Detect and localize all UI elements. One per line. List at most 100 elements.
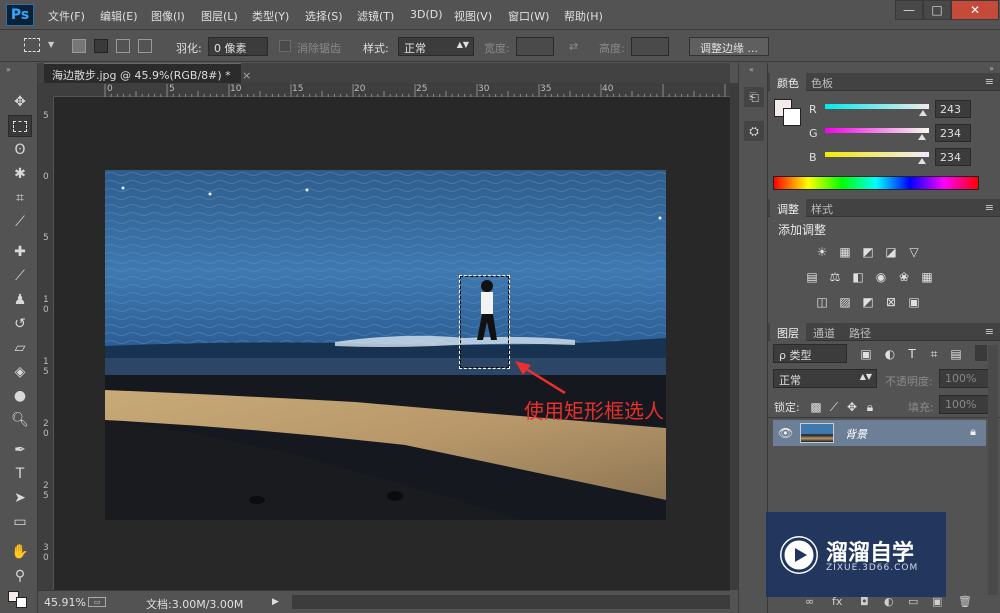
color-balance-icon[interactable]: ⚖: [827, 270, 843, 284]
posterize-icon[interactable]: ▨: [837, 295, 853, 309]
blur-tool-icon[interactable]: ●: [8, 385, 32, 407]
dodge-tool-icon[interactable]: 🔍︎: [8, 409, 32, 431]
background-swatch[interactable]: [783, 108, 801, 126]
filter-pixel-icon[interactable]: ▣: [858, 347, 874, 361]
path-select-tool-icon[interactable]: ➤: [8, 487, 32, 509]
menu-filter[interactable]: 滤镜(T): [357, 8, 394, 24]
move-tool-icon[interactable]: ✥: [8, 91, 32, 113]
vibrance-icon[interactable]: ▽: [906, 245, 922, 259]
intersect-selection-icon[interactable]: [138, 39, 152, 53]
g-slider-thumb[interactable]: [918, 134, 926, 140]
r-slider-thumb[interactable]: [919, 110, 927, 116]
properties-panel-icon[interactable]: ⛭: [744, 121, 764, 141]
blend-mode-select[interactable]: 正常 ▲▼: [773, 369, 877, 388]
history-panel-icon[interactable]: ⎗: [744, 87, 764, 107]
dock-collapse-icon[interactable]: «: [749, 65, 754, 74]
beach-photo[interactable]: [105, 170, 666, 520]
eyedropper-tool-icon[interactable]: ⟋: [8, 211, 32, 233]
canvas-vertical-scrollbar[interactable]: [730, 83, 738, 590]
document-tab-close-icon[interactable]: ×: [242, 69, 251, 82]
tab-styles[interactable]: 样式: [804, 199, 840, 217]
r-slider[interactable]: [825, 104, 929, 109]
panel-menu-icon[interactable]: ≡: [985, 201, 994, 214]
delete-layer-icon[interactable]: 🗑︎: [958, 595, 972, 608]
close-button[interactable]: ✕: [951, 0, 999, 20]
collapse-icon[interactable]: »: [6, 65, 11, 74]
lock-move-icon[interactable]: ✥: [844, 400, 860, 414]
clone-stamp-tool-icon[interactable]: ♟: [8, 289, 32, 311]
lasso-tool-icon[interactable]: ʘ: [8, 139, 32, 161]
menu-image[interactable]: 图像(I): [151, 8, 185, 24]
brush-tool-icon[interactable]: ⟋: [8, 265, 32, 287]
tab-color[interactable]: 颜色: [770, 73, 806, 91]
channel-mixer-icon[interactable]: ❀: [896, 270, 912, 284]
menu-select[interactable]: 选择(S): [305, 8, 343, 24]
menu-view[interactable]: 视图(V): [454, 8, 492, 24]
swap-icon[interactable]: ⇄: [569, 40, 578, 53]
tab-swatches[interactable]: 色板: [804, 73, 840, 91]
color-spectrum-bar[interactable]: [773, 176, 979, 190]
rect-marquee-tool-icon[interactable]: [8, 115, 32, 137]
menu-3d[interactable]: 3D(D): [410, 8, 443, 21]
subtract-selection-icon[interactable]: [116, 39, 130, 53]
document-tab[interactable]: 海边散步.jpg @ 45.9%(RGB/8#) * ×: [44, 63, 251, 83]
horizontal-scrollbar[interactable]: [292, 595, 730, 609]
zoom-level[interactable]: 45.91%: [44, 596, 86, 609]
threshold-icon[interactable]: ◩: [860, 295, 876, 309]
add-selection-icon[interactable]: [94, 39, 108, 53]
filter-type-icon[interactable]: T: [904, 347, 920, 361]
eraser-tool-icon[interactable]: ▱: [8, 337, 32, 359]
status-info-icon[interactable]: ▭: [88, 597, 106, 607]
refine-edge-button[interactable]: 调整边缘 ...: [689, 37, 769, 56]
selective-color-icon[interactable]: ▣: [906, 295, 922, 309]
panel-menu-icon[interactable]: ≡: [985, 75, 994, 88]
exposure-icon[interactable]: ◪: [883, 245, 899, 259]
opacity-input[interactable]: 100%: [939, 369, 991, 388]
healing-brush-tool-icon[interactable]: ✚: [8, 241, 32, 263]
lock-transparent-icon[interactable]: ▩: [808, 400, 824, 414]
height-input[interactable]: [631, 37, 669, 56]
panel-menu-icon[interactable]: ≡: [985, 325, 994, 338]
menu-window[interactable]: 窗口(W): [508, 8, 549, 24]
hand-tool-icon[interactable]: ✋: [8, 541, 32, 563]
menu-file[interactable]: 文件(F): [48, 8, 85, 24]
layers-scrollbar[interactable]: [988, 345, 998, 595]
menu-edit[interactable]: 编辑(E): [100, 8, 138, 24]
style-select[interactable]: 正常 ▲▼: [398, 37, 474, 56]
new-selection-icon[interactable]: [72, 39, 86, 53]
tab-paths[interactable]: 路径: [842, 323, 878, 341]
hue-sat-icon[interactable]: ▤: [804, 270, 820, 284]
filter-shape-icon[interactable]: ⌗: [926, 347, 942, 361]
curves-icon[interactable]: ◩: [860, 245, 876, 259]
layer-row-background[interactable]: 👁︎ 背景 🔒︎: [773, 420, 986, 446]
maximize-button[interactable]: □: [923, 0, 951, 20]
pen-tool-icon[interactable]: ✒: [8, 439, 32, 461]
eye-icon[interactable]: 👁︎: [778, 426, 793, 440]
zoom-tool-icon[interactable]: ⚲: [8, 565, 32, 587]
rectangle-tool-icon[interactable]: ▭: [8, 511, 32, 533]
filter-adjust-icon[interactable]: ◐: [882, 347, 898, 361]
antialias-checkbox[interactable]: [279, 40, 291, 52]
paint-bucket-tool-icon[interactable]: ◈: [8, 361, 32, 383]
color-lookup-icon[interactable]: ▦: [919, 270, 935, 284]
chevron-down-icon[interactable]: ▼: [48, 40, 54, 49]
history-brush-tool-icon[interactable]: ↺: [8, 313, 32, 335]
marquee-tool-preset-icon[interactable]: [24, 38, 40, 52]
invert-icon[interactable]: ◫: [814, 295, 830, 309]
tab-adjustments[interactable]: 调整: [770, 199, 806, 217]
menu-type[interactable]: 类型(Y): [252, 8, 289, 24]
magic-wand-tool-icon[interactable]: ✱: [8, 163, 32, 185]
width-input[interactable]: [516, 37, 554, 56]
tab-layers[interactable]: 图层: [770, 323, 806, 341]
brightness-icon[interactable]: ☀: [814, 245, 830, 259]
rectangular-selection[interactable]: [459, 275, 510, 369]
layer-name[interactable]: 背景: [845, 426, 867, 442]
background-color-swatch[interactable]: [16, 597, 27, 608]
black-white-icon[interactable]: ◧: [850, 270, 866, 284]
lock-all-icon[interactable]: 🔒︎: [862, 400, 878, 414]
status-menu-arrow-icon[interactable]: ▶: [272, 597, 279, 607]
b-slider[interactable]: [825, 152, 929, 157]
minimize-button[interactable]: —: [895, 0, 923, 20]
menu-layer[interactable]: 图层(L): [201, 8, 238, 24]
lock-brush-icon[interactable]: ⟋: [826, 400, 842, 414]
